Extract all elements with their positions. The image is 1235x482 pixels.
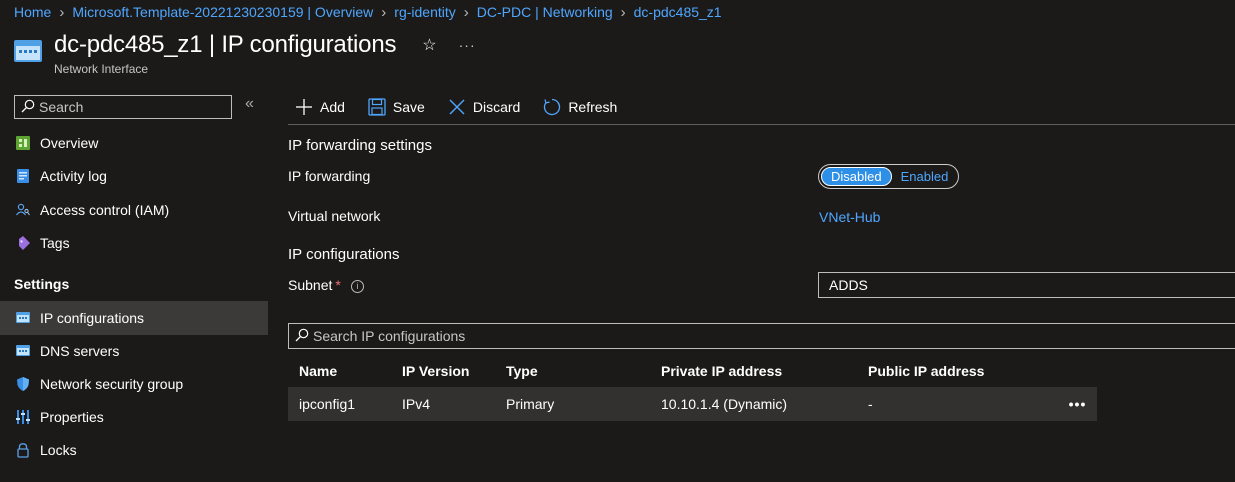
column-header-public-ip[interactable]: Public IP address (868, 363, 1058, 379)
sidebar-item-label: Properties (40, 409, 104, 425)
ip-config-search-placeholder: Search IP configurations (313, 328, 466, 344)
column-header-private-ip[interactable]: Private IP address (661, 363, 868, 379)
ip-config-icon (16, 311, 30, 325)
command-bar: Add Save Discard Refresh (288, 90, 1235, 125)
chevron-right-icon: › (381, 3, 387, 21)
ip-configurations-table: Name IP Version Type Private IP address … (288, 354, 1097, 421)
page-subtitle: Network Interface (54, 62, 149, 76)
virtual-network-label: Virtual network (288, 208, 381, 224)
save-button-label: Save (392, 99, 425, 115)
save-button[interactable]: Save (361, 91, 425, 123)
sidebar-search-placeholder: Search (39, 99, 84, 115)
subnet-label: Subnet * i (288, 277, 364, 293)
discard-button-label: Discard (472, 99, 521, 115)
subnet-label-text: Subnet (288, 277, 333, 293)
plus-icon (294, 97, 314, 117)
lock-icon (16, 442, 30, 458)
cell-ip-version: IPv4 (402, 396, 431, 412)
sidebar-item-dns-servers[interactable]: DNS servers (0, 334, 268, 368)
sidebar-item-label: IP configurations (40, 310, 145, 326)
search-icon (295, 328, 309, 345)
sidebar-item-tags[interactable]: Tags (0, 226, 268, 260)
sidebar-item-label: Network security group (40, 376, 184, 392)
favorite-star-icon[interactable]: ☆ (422, 35, 436, 55)
virtual-network-link[interactable]: VNet-Hub (819, 209, 880, 225)
ip-forwarding-toggle[interactable]: Disabled Enabled (818, 164, 959, 189)
breadcrumb-template-overview[interactable]: Microsoft.Template-20221230230159 | Over… (72, 4, 373, 20)
cell-public-ip: - (868, 396, 873, 412)
properties-icon (16, 410, 30, 424)
breadcrumb-vm-networking[interactable]: DC-PDC | Networking (477, 4, 613, 20)
sidebar-item-network-security-group[interactable]: Network security group (0, 367, 268, 401)
column-header-ip-version[interactable]: IP Version (402, 363, 506, 379)
sidebar-item-label: Overview (40, 135, 99, 151)
add-button-label: Add (320, 99, 345, 115)
add-button[interactable]: Add (288, 91, 345, 123)
breadcrumb: Home › Microsoft.Template-20221230230159… (14, 2, 722, 22)
breadcrumb-home[interactable]: Home (14, 4, 51, 20)
toggle-option-enabled[interactable]: Enabled (892, 167, 958, 186)
table-header: Name IP Version Type Private IP address … (288, 354, 1097, 387)
ip-config-search-input[interactable]: Search IP configurations (288, 323, 1235, 349)
sidebar-item-overview[interactable]: Overview (0, 126, 268, 160)
tag-icon (16, 236, 30, 250)
sidebar-search-input[interactable]: Search (14, 95, 232, 119)
cell-name[interactable]: ipconfig1 (288, 396, 402, 412)
required-marker: * (335, 277, 341, 293)
activity-log-icon (16, 169, 30, 183)
ip-forwarding-label: IP forwarding (288, 168, 371, 184)
search-icon (21, 99, 35, 116)
breadcrumb-resource-group[interactable]: rg-identity (394, 4, 455, 20)
table-row[interactable]: ipconfig1 IPv4 Primary 10.10.1.4 (Dynami… (288, 387, 1097, 421)
refresh-button[interactable]: Refresh (536, 91, 617, 123)
chevron-right-icon: › (620, 3, 626, 21)
network-interface-icon (14, 40, 42, 64)
ip-configurations-section-title: IP configurations (288, 246, 400, 263)
iam-icon (16, 203, 30, 217)
page-header: dc-pdc485_z1 | IP configurations ☆ ··· (14, 30, 476, 62)
sidebar-item-label: DNS servers (40, 343, 120, 359)
ip-forwarding-section-title: IP forwarding settings (288, 137, 432, 154)
overview-icon (16, 136, 30, 150)
info-icon[interactable]: i (350, 279, 364, 293)
sidebar-item-label: Access control (IAM) (40, 202, 170, 218)
breadcrumb-nic[interactable]: dc-pdc485_z1 (634, 4, 722, 20)
cell-private-ip: 10.10.1.4 (Dynamic) (661, 396, 788, 412)
refresh-icon (542, 97, 562, 117)
chevron-right-icon: › (463, 3, 469, 21)
cell-type: Primary (506, 396, 555, 412)
close-icon (447, 97, 467, 117)
row-more-options-icon[interactable]: ••• (1058, 396, 1097, 412)
column-header-type[interactable]: Type (506, 363, 661, 379)
sidebar-item-label: Locks (40, 442, 77, 458)
discard-button[interactable]: Discard (441, 91, 520, 123)
sidebar-item-label: Tags (40, 235, 70, 251)
column-header-name[interactable]: Name (288, 363, 402, 379)
sidebar-item-label: Activity log (40, 168, 107, 184)
page-title: dc-pdc485_z1 | IP configurations (54, 31, 397, 58)
collapse-sidebar-icon[interactable]: « (245, 95, 254, 113)
subnet-dropdown[interactable]: ADDS (818, 272, 1235, 298)
settings-section-title: Settings (14, 276, 70, 292)
sidebar: Search « Overview Activity log Access co… (0, 90, 268, 482)
chevron-right-icon: › (59, 3, 65, 21)
sidebar-item-locks[interactable]: Locks (0, 433, 268, 467)
sidebar-item-iam[interactable]: Access control (IAM) (0, 193, 268, 227)
toggle-option-disabled[interactable]: Disabled (821, 167, 892, 186)
save-icon (367, 97, 387, 117)
sidebar-item-ip-configurations[interactable]: IP configurations (0, 301, 268, 335)
dns-icon (16, 344, 30, 358)
sidebar-item-properties[interactable]: Properties (0, 400, 268, 434)
refresh-button-label: Refresh (568, 99, 618, 115)
sidebar-item-activity-log[interactable]: Activity log (0, 159, 268, 193)
shield-icon (16, 377, 30, 391)
more-options-icon[interactable]: ··· (459, 37, 476, 53)
